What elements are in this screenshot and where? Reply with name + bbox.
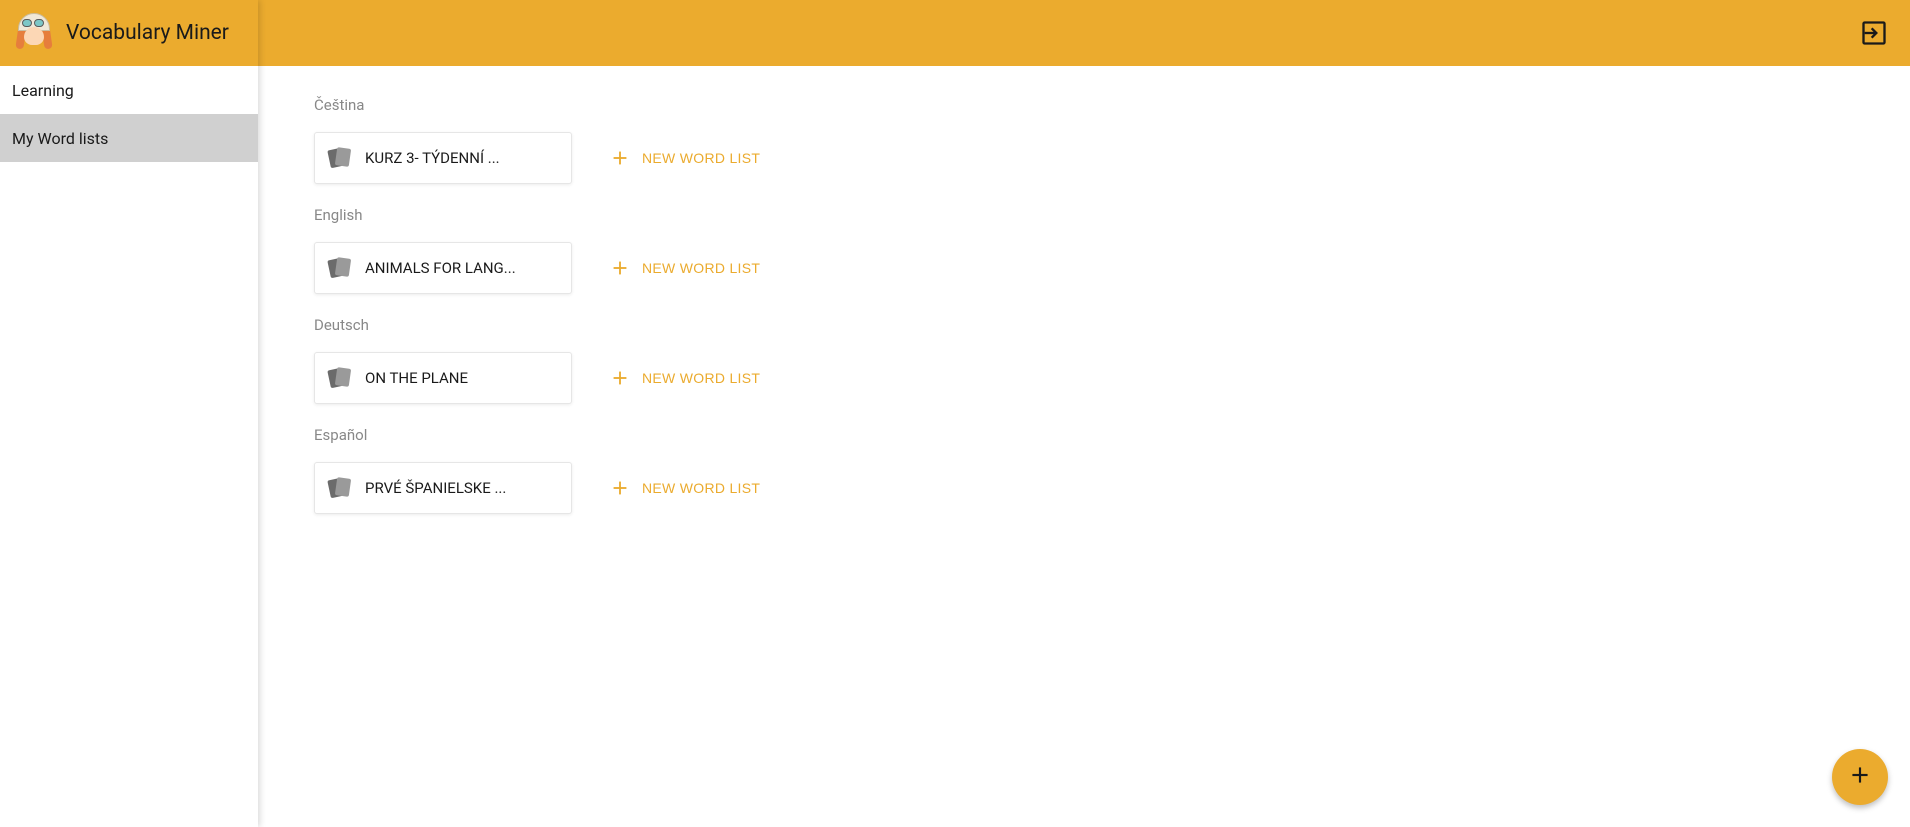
new-word-list-button[interactable]: NEW WORD LIST (608, 146, 760, 170)
sidebar: Vocabulary Miner Learning My Word lists (0, 0, 258, 827)
plus-icon (608, 146, 632, 170)
language-label: English (314, 206, 1910, 224)
new-word-list-label: NEW WORD LIST (642, 150, 760, 166)
word-list-card[interactable]: KURZ 3- TÝDENNÍ ... (314, 132, 572, 184)
sidebar-item-label: My Word lists (12, 129, 108, 148)
nav-items: Learning My Word lists (0, 66, 258, 162)
language-section-deutsch: Deutsch ON THE PLANE NEW WORD LIST (314, 316, 1910, 404)
language-label: Deutsch (314, 316, 1910, 334)
app-title: Vocabulary Miner (66, 21, 229, 45)
new-word-list-label: NEW WORD LIST (642, 480, 760, 496)
plus-icon (608, 256, 632, 280)
word-list-card[interactable]: ANIMALS FOR LANG... (314, 242, 572, 294)
cards-icon (329, 258, 351, 278)
cards-icon (329, 368, 351, 388)
exit-icon[interactable] (1858, 17, 1890, 49)
cards-icon (329, 148, 351, 168)
language-label: Čeština (314, 96, 1910, 114)
sidebar-item-my-word-lists[interactable]: My Word lists (0, 114, 258, 162)
language-section-cestina: Čeština KURZ 3- TÝDENNÍ ... NEW WORD LIS… (314, 96, 1910, 184)
plus-icon (608, 476, 632, 500)
language-section-espanol: Español PRVÉ ŠPANIELSKE ... NEW WORD LIS… (314, 426, 1910, 514)
word-list-card[interactable]: ON THE PLANE (314, 352, 572, 404)
list-row: ANIMALS FOR LANG... NEW WORD LIST (314, 242, 1910, 294)
list-row: ON THE PLANE NEW WORD LIST (314, 352, 1910, 404)
word-list-card[interactable]: PRVÉ ŠPANIELSKE ... (314, 462, 572, 514)
cards-icon (329, 478, 351, 498)
app-header (0, 0, 1910, 66)
word-list-title: ANIMALS FOR LANG... (365, 259, 516, 277)
language-label: Español (314, 426, 1910, 444)
sidebar-item-learning[interactable]: Learning (0, 66, 258, 114)
add-fab-button[interactable] (1832, 749, 1888, 805)
list-row: PRVÉ ŠPANIELSKE ... NEW WORD LIST (314, 462, 1910, 514)
language-section-english: English ANIMALS FOR LANG... NEW WORD LIS… (314, 206, 1910, 294)
plus-icon (608, 366, 632, 390)
new-word-list-label: NEW WORD LIST (642, 260, 760, 276)
list-row: KURZ 3- TÝDENNÍ ... NEW WORD LIST (314, 132, 1910, 184)
new-word-list-button[interactable]: NEW WORD LIST (608, 256, 760, 280)
word-list-title: PRVÉ ŠPANIELSKE ... (365, 479, 506, 497)
word-list-title: KURZ 3- TÝDENNÍ ... (365, 149, 500, 167)
main-content: Čeština KURZ 3- TÝDENNÍ ... NEW WORD LIS… (258, 66, 1910, 827)
word-list-title: ON THE PLANE (365, 369, 468, 387)
new-word-list-button[interactable]: NEW WORD LIST (608, 366, 760, 390)
plus-icon (1847, 762, 1873, 792)
sidebar-header: Vocabulary Miner (0, 0, 258, 66)
new-word-list-label: NEW WORD LIST (642, 370, 760, 386)
new-word-list-button[interactable]: NEW WORD LIST (608, 476, 760, 500)
app-logo (12, 11, 56, 55)
sidebar-item-label: Learning (12, 81, 74, 100)
